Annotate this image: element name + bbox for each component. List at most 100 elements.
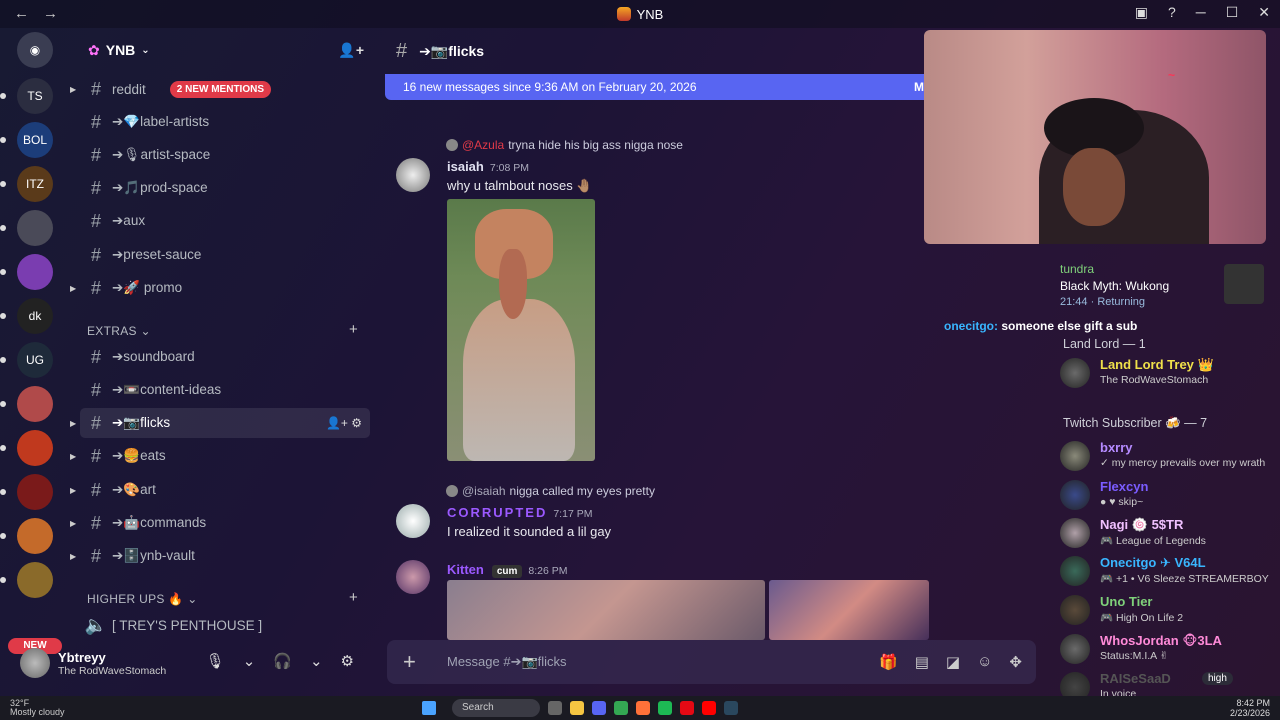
member-item[interactable]: Nagi 🍥 5$TR 🎮 League of Legends	[1060, 516, 1274, 550]
discord-taskbar-icon[interactable]	[592, 701, 606, 715]
channel-item[interactable]: ▶ # ➔🚀 promo	[70, 273, 370, 303]
minimize-icon[interactable]: ─	[1196, 4, 1206, 21]
server-icon[interactable]	[17, 474, 53, 510]
gif-icon[interactable]: ▤	[915, 653, 929, 671]
member-item[interactable]: Land Lord Trey 👑 The RodWaveStomach	[1060, 356, 1274, 390]
avatar[interactable]	[396, 504, 430, 538]
forward-arrow-icon[interactable]: →	[43, 5, 58, 22]
reply-preview[interactable]: @isaiah nigga called my eyes pretty	[446, 484, 655, 498]
channel-item[interactable]: ▶ # ➔🎨art	[70, 475, 370, 505]
user-avatar[interactable]	[20, 648, 50, 678]
start-icon[interactable]	[422, 701, 436, 715]
server-icon[interactable]	[17, 386, 53, 422]
close-icon[interactable]: ✕	[1258, 4, 1270, 21]
chrome-icon[interactable]	[614, 701, 628, 715]
channel-item[interactable]: ▶ # reddit 2 NEW MENTIONS	[70, 74, 370, 104]
server-icon[interactable]: dk	[17, 298, 53, 334]
spotify-icon[interactable]	[658, 701, 672, 715]
server-icon[interactable]: TS	[17, 78, 53, 114]
gift-icon[interactable]: 🎁	[879, 653, 898, 671]
sticker-icon[interactable]: ◪	[946, 653, 960, 671]
clock[interactable]: 8:42 PM 2/23/2026	[1230, 698, 1270, 718]
channel-item[interactable]: # ➔aux	[80, 206, 370, 236]
video-attachment[interactable]	[447, 580, 765, 640]
channel-item[interactable]: # ➔preset-sauce	[80, 240, 370, 270]
add-channel-icon[interactable]: +	[349, 321, 358, 338]
server-icon[interactable]	[17, 518, 53, 554]
taskbar-apps	[548, 701, 738, 715]
image-attachment[interactable]	[447, 199, 595, 461]
activity-card[interactable]: tundra Black Myth: Wukong 21:44 · Return…	[1060, 262, 1169, 308]
add-channel-icon[interactable]: +	[349, 589, 358, 606]
channel-item[interactable]: # ➔📼content-ideas	[80, 375, 370, 405]
message-author[interactable]: Kitten cum 8:26 PM	[447, 562, 568, 578]
microphone-icon[interactable]: 🎙	[206, 652, 225, 670]
channel-item[interactable]: ▶ # ➔🍔eats	[70, 441, 370, 471]
member-status: Status:M.I.A ✌	[1100, 650, 1169, 662]
member-item[interactable]: Onecitgo ✈ V64L 🎮 +1 • V6 Sleeze STREAMER…	[1060, 554, 1274, 588]
member-item[interactable]: Uno Tier 🎮 High On Life 2	[1060, 593, 1274, 627]
taskbar-search[interactable]: Search	[452, 699, 540, 717]
gear-icon[interactable]: ⚙	[341, 652, 354, 670]
apps-icon[interactable]: ✥	[1009, 653, 1022, 671]
channel-item[interactable]: ▶ # ➔🗄️ynb-vault	[70, 541, 370, 571]
server-icon[interactable]: UG	[17, 342, 53, 378]
member-item[interactable]: Flexcyn ● ♥ skip~	[1060, 478, 1274, 512]
avatar[interactable]	[396, 158, 430, 192]
chevron-down-icon[interactable]: ⌄	[243, 652, 256, 670]
server-header[interactable]: ✿ YNB ⌄ 👤+	[72, 28, 378, 72]
member-item[interactable]: WhosJordan 🐵3LA Status:M.I.A ✌	[1060, 632, 1274, 666]
inbox-icon[interactable]: ▣	[1135, 4, 1148, 21]
chevron-right-icon: ▶	[70, 485, 77, 495]
mentions-badge[interactable]: 2 NEW MENTIONS	[169, 80, 272, 98]
new-messages-bar[interactable]: 16 new messages since 9:36 AM on Februar…	[385, 74, 930, 100]
reply-preview[interactable]: @Azula tryna hide his big ass nigga nose	[446, 138, 683, 152]
message-author[interactable]: isaiah 7:08 PM	[447, 159, 529, 174]
hash-icon: #	[90, 210, 101, 231]
server-icon[interactable]: BOL	[17, 122, 53, 158]
channel-item[interactable]: # ➔💎label-artists	[80, 107, 370, 137]
unread-pill	[0, 225, 6, 231]
discord-home-icon[interactable]: ◉	[17, 32, 53, 68]
window-title: YNB	[616, 7, 663, 22]
unread-pill	[0, 269, 6, 275]
headphones-icon[interactable]: 🎧	[273, 652, 292, 670]
server-icon[interactable]	[17, 210, 53, 246]
message-input[interactable]: Message #➔📷flicks	[447, 654, 567, 670]
channel-item[interactable]: ▶ # ➔🤖commands	[70, 508, 370, 538]
emoji-icon[interactable]: ☺	[977, 653, 992, 671]
channel-item[interactable]: # ➔soundboard	[80, 342, 370, 372]
message-author[interactable]: CORRUPTED 7:17 PM	[447, 505, 592, 520]
steam-icon[interactable]	[724, 701, 738, 715]
category-extras[interactable]: EXTRAS ⌄ +	[87, 321, 358, 338]
category-higher-ups[interactable]: HIGHER UPS 🔥 ⌄ +	[87, 589, 358, 606]
netflix-icon[interactable]	[680, 701, 694, 715]
file-explorer-icon[interactable]	[570, 701, 584, 715]
avatar[interactable]	[396, 560, 430, 594]
chevron-down-icon[interactable]: ⌄	[310, 652, 323, 670]
message-composer[interactable]: + Message #➔📷flicks 🎁 ▤ ◪ ☺ ✥	[387, 640, 1036, 684]
channel-item[interactable]: # ➔🎙artist-space	[80, 140, 370, 170]
upload-plus-icon[interactable]: +	[403, 649, 431, 675]
server-icon[interactable]	[17, 562, 53, 598]
server-icon[interactable]	[17, 430, 53, 466]
channel-item[interactable]: # ➔🎵prod-space	[80, 173, 370, 203]
unread-pill	[0, 313, 6, 319]
voice-channel[interactable]: 🔈[ TREY'S PENTHOUSE ]	[80, 610, 370, 640]
weather-widget[interactable]: 32°F Mostly cloudy	[10, 699, 65, 717]
youtube-icon[interactable]	[702, 701, 716, 715]
member-item[interactable]: bxrry ✓ my mercy prevails over my wrath	[1060, 439, 1274, 473]
firefox-icon[interactable]	[636, 701, 650, 715]
invite-icon[interactable]: 👤+	[338, 42, 364, 59]
channel-item[interactable]: ▶ # ➔📷flicks 👤+ ⚙	[70, 408, 370, 438]
back-arrow-icon[interactable]: ←	[14, 5, 29, 22]
channel-settings-icon[interactable]: 👤+ ⚙	[326, 416, 362, 430]
title-bar: ← → YNB ▣ ? ─ ☐ ✕	[0, 0, 1280, 28]
member-group-label: Twitch Subscriber 🍻 — 7	[1063, 416, 1208, 430]
task-view-icon[interactable]	[548, 701, 562, 715]
maximize-icon[interactable]: ☐	[1226, 4, 1239, 21]
video-attachment[interactable]	[769, 580, 929, 640]
help-icon[interactable]: ?	[1168, 4, 1176, 21]
server-icon[interactable]	[17, 254, 53, 290]
server-icon[interactable]: ITZ	[17, 166, 53, 202]
